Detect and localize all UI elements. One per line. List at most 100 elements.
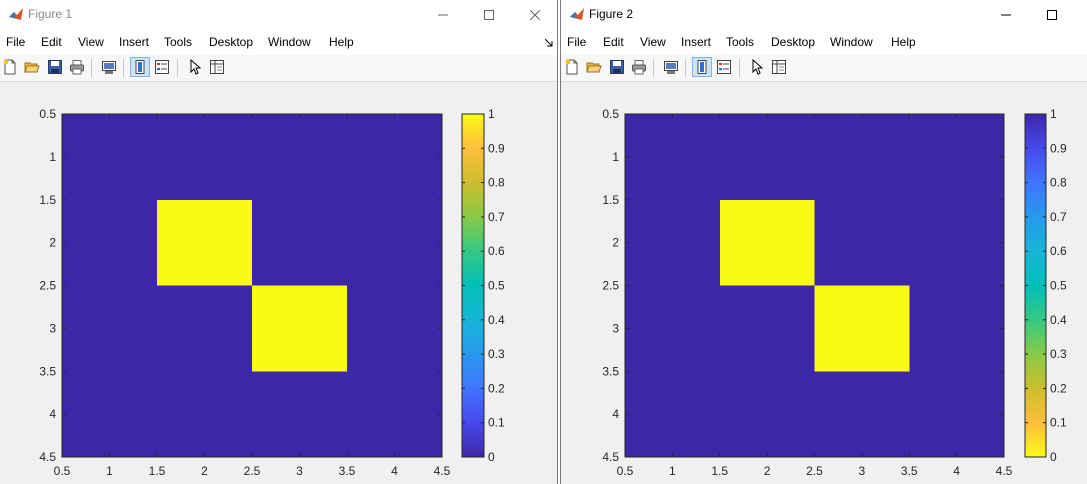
colorbar-tick-label: 0.1	[1050, 416, 1067, 430]
y-tick-label: 1	[612, 150, 619, 164]
x-tick-label: 3.5	[901, 464, 918, 478]
heatmap-cell	[814, 285, 910, 372]
menu-tools[interactable]: Tools	[164, 35, 192, 49]
figure-2-window[interactable]: Figure 2 File Edit View Insert Tools Des…	[560, 0, 1087, 484]
y-tick-label: 3.5	[602, 364, 619, 378]
x-tick-label: 4.5	[434, 464, 451, 478]
heatmap-cells	[62, 114, 443, 458]
figure-toolbar	[561, 55, 1087, 82]
menu-desktop[interactable]: Desktop	[771, 35, 815, 49]
colorbar-tick-label: 0.5	[488, 279, 505, 293]
x-tick-label: 2.5	[806, 464, 823, 478]
heatmap-cell	[625, 371, 721, 458]
link-plot-button[interactable]	[661, 57, 681, 77]
menu-edit[interactable]: Edit	[41, 35, 62, 49]
figure-canvas[interactable]: 0.5 1 1.5 2 2.5 3 3.5 4 4.5 0.5 1 1.5 2 2.5 3 3.5 4 4.5 0 0…	[561, 82, 1087, 484]
minimize-button[interactable]	[983, 0, 1029, 29]
title-bar[interactable]: Figure 2	[561, 0, 1087, 29]
heatmap-cell	[719, 199, 816, 287]
maximize-icon	[484, 9, 494, 20]
menu-view[interactable]: View	[640, 35, 666, 49]
open-file-icon	[586, 62, 602, 73]
toolbar-separator	[91, 59, 92, 77]
edit-plot-button[interactable]	[747, 57, 767, 77]
menu-insert[interactable]: Insert	[681, 35, 711, 49]
heatmap-cell	[62, 285, 158, 372]
colorbar-tick-label: 0.4	[1050, 313, 1067, 327]
open-file-icon	[24, 62, 40, 73]
x-tick-label: 4.5	[996, 464, 1013, 478]
property-editor-button[interactable]	[207, 57, 227, 77]
property-editor-button[interactable]	[769, 57, 789, 77]
x-tick-label: 1	[106, 464, 113, 478]
menu-help[interactable]: Help	[891, 35, 916, 49]
colorbar-tick-label: 0	[1050, 450, 1057, 464]
legend-toggle-button[interactable]	[152, 57, 172, 77]
heatmap-cell	[625, 199, 721, 287]
heatmap-cells	[625, 114, 1005, 458]
menu-view[interactable]: View	[78, 35, 104, 49]
x-tick-label: 0.5	[54, 464, 71, 478]
heatmap-cell	[347, 114, 443, 201]
maximize-button[interactable]	[466, 0, 512, 29]
heatmap-plot[interactable]: 0.5 1 1.5 2 2.5 3 3.5 4 4.50.511.522.533.544.5 00…	[561, 82, 1087, 484]
menu-insert[interactable]: Insert	[119, 35, 149, 49]
dock-arrow-icon[interactable]	[544, 36, 553, 50]
close-button[interactable]	[512, 0, 557, 29]
heatmap-cell	[62, 199, 158, 287]
menu-tools[interactable]: Tools	[726, 35, 754, 49]
property-editor-icon	[210, 60, 224, 74]
open-file-button[interactable]	[22, 57, 42, 77]
figure-1-window[interactable]: Figure 1 File Edit View Insert Tools Des…	[0, 0, 558, 484]
minimize-icon	[438, 14, 448, 15]
colorbar[interactable]	[461, 113, 485, 458]
heatmap-cell	[625, 114, 721, 201]
link-plot-icon	[664, 61, 678, 74]
print-button[interactable]	[629, 57, 649, 77]
menu-desktop[interactable]: Desktop	[209, 35, 253, 49]
x-tick-label: 3.5	[339, 464, 356, 478]
colorbar-tick-label: 0.6	[488, 244, 505, 258]
colorbar-toggle-button[interactable]	[130, 57, 150, 77]
x-tick-label: 1.5	[711, 464, 728, 478]
minimize-icon	[1001, 14, 1011, 15]
print-icon	[632, 60, 646, 75]
save-button[interactable]	[607, 57, 627, 77]
save-button[interactable]	[45, 57, 65, 77]
new-figure-button[interactable]	[562, 57, 582, 77]
link-plot-button[interactable]	[99, 57, 119, 77]
menu-file[interactable]: File	[6, 35, 25, 49]
toolbar-separator	[653, 59, 654, 77]
menu-window[interactable]: Window	[830, 35, 873, 49]
menu-file[interactable]: File	[567, 35, 586, 49]
print-button[interactable]	[67, 57, 87, 77]
heatmap-cell	[814, 371, 910, 458]
heatmap-cell	[252, 199, 348, 287]
title-bar[interactable]: Figure 1	[0, 0, 557, 29]
open-file-button[interactable]	[584, 57, 604, 77]
window-title: Figure 2	[589, 7, 634, 21]
edit-plot-button[interactable]	[185, 57, 205, 77]
maximize-button[interactable]	[1029, 0, 1075, 29]
menu-help[interactable]: Help	[329, 35, 354, 49]
heatmap-cell	[625, 285, 721, 372]
menu-window[interactable]: Window	[268, 35, 311, 49]
heatmap-cell	[157, 199, 253, 287]
heatmap-plot[interactable]: 0.5 1 1.5 2 2.5 3 3.5 4 4.50.511.522.533.544.5 00…	[0, 82, 558, 484]
x-tick-label: 4	[953, 464, 960, 478]
new-figure-button[interactable]	[0, 57, 20, 77]
y-tick-label: 2	[612, 236, 619, 250]
legend-toggle-button[interactable]	[714, 57, 734, 77]
y-tick-label: 0.5	[39, 107, 56, 121]
menu-edit[interactable]: Edit	[603, 35, 624, 49]
colorbar-icon	[697, 60, 707, 74]
heatmap-cell	[157, 371, 253, 458]
heatmap-cell	[814, 199, 910, 287]
minimize-button[interactable]	[420, 0, 466, 29]
colorbar[interactable]	[1024, 113, 1047, 458]
x-tick-label: 1	[669, 464, 676, 478]
y-tick-label: 3.5	[39, 364, 56, 378]
figure-canvas[interactable]: 0.5 1 1.5 2 2.5 3 3.5 4 4.5 0.5 1 1.5 2 2.5 3 3.5 4 4.5 0 0…	[0, 82, 557, 484]
heatmap-cell	[719, 114, 816, 201]
colorbar-toggle-button[interactable]	[692, 57, 712, 77]
